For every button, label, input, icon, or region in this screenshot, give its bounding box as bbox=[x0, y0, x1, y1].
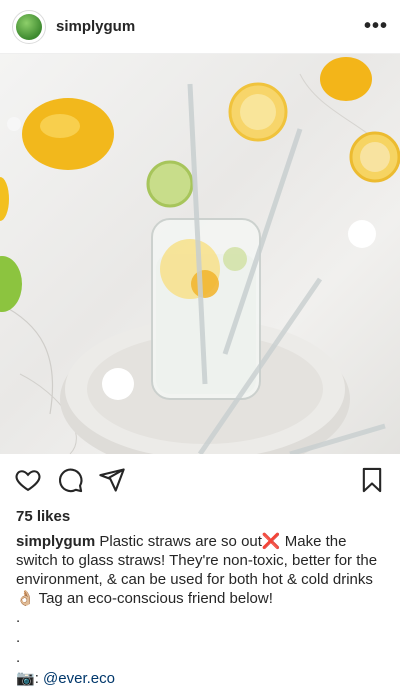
avatar[interactable] bbox=[12, 9, 46, 44]
credit-handle-link[interactable]: @ever.eco bbox=[43, 670, 115, 687]
comment-icon[interactable] bbox=[56, 466, 84, 494]
post-actions bbox=[0, 454, 400, 506]
post-photo[interactable] bbox=[0, 54, 400, 454]
more-options-button[interactable]: ••• bbox=[364, 15, 388, 38]
caption-text-3: Tag an eco-conscious friend below! bbox=[34, 590, 273, 607]
likes-count[interactable]: 75 likes bbox=[0, 506, 400, 528]
photo-credit: 📷: @ever.eco bbox=[0, 668, 400, 690]
caption-dot: . bbox=[16, 609, 21, 626]
leaf-logo-icon bbox=[16, 13, 42, 40]
bookmark-icon[interactable] bbox=[358, 466, 386, 494]
caption: simplygum Plastic straws are so out❌ Mak… bbox=[0, 528, 400, 608]
caption-dot: . bbox=[16, 649, 21, 666]
share-icon[interactable] bbox=[98, 466, 126, 494]
cross-mark-emoji: ❌ bbox=[261, 533, 281, 550]
ok-hand-emoji: 👌🏼 bbox=[16, 590, 35, 607]
caption-username[interactable]: simplygum bbox=[16, 533, 95, 550]
photo-illustration bbox=[0, 57, 400, 454]
camera-emoji: 📷 bbox=[16, 670, 35, 687]
heart-icon[interactable] bbox=[14, 466, 42, 494]
caption-text-1: Plastic straws are so out bbox=[95, 533, 262, 550]
credit-separator: : bbox=[34, 670, 44, 687]
caption-dot: . bbox=[16, 629, 21, 646]
post-header: simplygum ••• bbox=[0, 0, 400, 54]
username[interactable]: simplygum bbox=[56, 18, 364, 35]
